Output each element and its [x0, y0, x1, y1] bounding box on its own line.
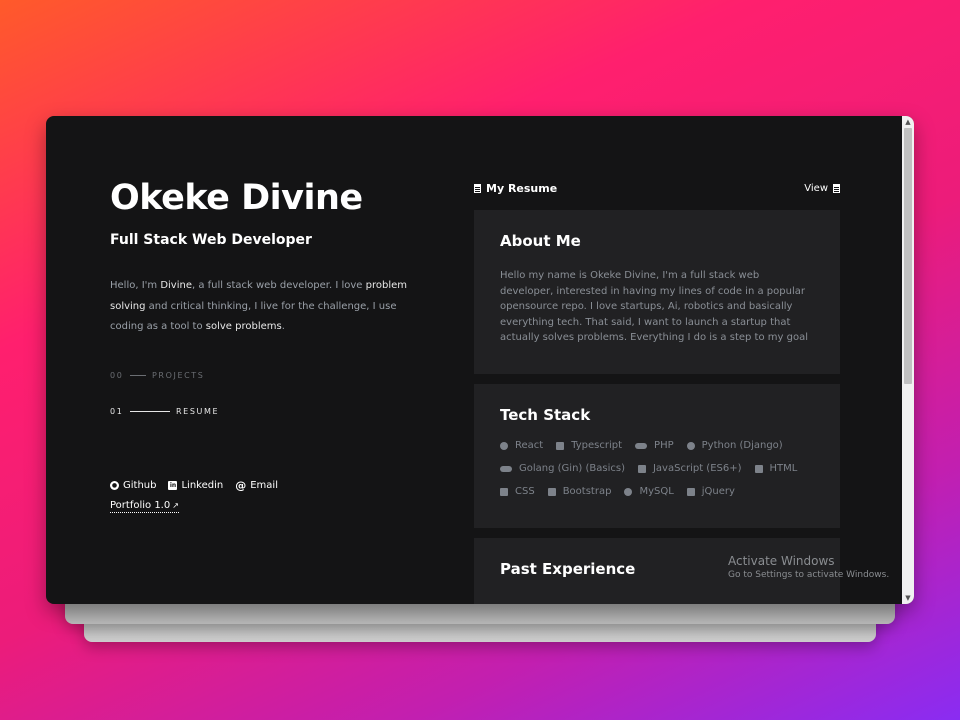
tech-label: HTML — [769, 463, 798, 474]
portfolio-label: Portfolio 1.0 — [110, 500, 171, 511]
nav-label: PROJECTS — [152, 371, 205, 380]
tech-item: Golang (Gin) (Basics) — [500, 460, 625, 477]
section-nav: 00 PROJECTS 01 RESUME — [110, 358, 420, 430]
tech-item: JavaScript (ES6+) — [637, 460, 742, 477]
tech-item: MySQL — [624, 483, 674, 500]
tech-item: HTML — [754, 460, 798, 477]
tech-item: React — [500, 437, 543, 454]
view-label: View — [804, 182, 828, 194]
github-link[interactable]: ● Github — [110, 479, 156, 492]
social-links: ● Github in Linkedin @ Email — [110, 479, 278, 492]
linkedin-link[interactable]: in Linkedin — [168, 479, 223, 492]
external-link-icon: ↗ — [172, 501, 179, 510]
nav-label: RESUME — [176, 407, 220, 416]
activate-windows-watermark: Activate Windows Go to Settings to activ… — [728, 554, 889, 582]
scroll-up-icon[interactable]: ▲ — [902, 116, 914, 128]
github-label: Github — [123, 480, 157, 491]
tech-item: CSS — [500, 483, 535, 500]
watermark-title: Activate Windows — [728, 554, 835, 568]
linkedin-label: Linkedin — [181, 480, 224, 491]
bootstrap-icon — [547, 487, 556, 496]
portfolio-link[interactable]: Portfolio 1.0 ↗ — [110, 500, 179, 513]
javascript-icon — [637, 464, 646, 473]
tech-stack-title: Tech Stack — [500, 406, 591, 424]
portfolio-window: Okeke Divine Full Stack Web Developer He… — [46, 116, 914, 604]
tech-label: PHP — [654, 440, 674, 451]
profile-role: Full Stack Web Developer — [110, 232, 312, 248]
react-icon — [500, 441, 508, 450]
view-resume-button[interactable]: View — [804, 183, 840, 194]
tech-item: Python (Django) — [686, 437, 783, 454]
intro-text: , a full stack web developer. I love — [192, 280, 366, 291]
email-label: Email — [250, 480, 278, 491]
resume-title: My Resume — [474, 182, 557, 195]
tech-label: React — [515, 440, 544, 451]
php-icon — [635, 442, 648, 449]
profile-intro: Hello, I'm Divine, a full stack web deve… — [110, 276, 410, 338]
nav-item-resume[interactable]: 01 RESUME — [110, 394, 420, 430]
about-title: About Me — [500, 232, 581, 250]
tech-label: JavaScript (ES6+) — [652, 463, 742, 474]
watermark-subtitle: Go to Settings to activate Windows. — [728, 570, 890, 580]
python-icon — [686, 441, 695, 450]
email-link[interactable]: @ Email — [235, 479, 278, 492]
at-icon: @ — [235, 479, 247, 492]
tech-item: Bootstrap — [547, 483, 612, 500]
nav-number: 01 — [110, 407, 124, 416]
intro-highlight-name: Divine — [160, 280, 192, 291]
html-icon — [754, 464, 763, 473]
scroll-down-icon[interactable]: ▼ — [902, 592, 914, 604]
resume-section: My Resume View About Me Hello my name is… — [474, 176, 840, 604]
about-card: About Me Hello my name is Okeke Divine, … — [474, 210, 840, 374]
profile-section: Okeke Divine Full Stack Web Developer He… — [110, 172, 420, 430]
tech-label: Python (Django) — [701, 440, 783, 451]
document-icon — [833, 183, 840, 193]
resume-header: My Resume View — [474, 176, 840, 200]
nav-item-projects[interactable]: 00 PROJECTS — [110, 358, 420, 394]
nav-number: 00 — [110, 371, 124, 380]
tech-label: CSS — [515, 486, 535, 497]
nav-line — [130, 375, 146, 376]
tech-item: PHP — [635, 437, 674, 454]
database-icon — [624, 487, 633, 496]
document-icon — [474, 183, 481, 193]
scrollbar[interactable]: ▲ ▼ — [902, 116, 914, 604]
tech-item: jQuery — [686, 483, 735, 500]
tech-label: Golang (Gin) (Basics) — [519, 463, 625, 474]
scroll-thumb[interactable] — [904, 128, 912, 384]
tech-label: Bootstrap — [562, 486, 612, 497]
intro-highlight-solve: solve problems — [205, 321, 282, 332]
nav-line — [130, 411, 170, 412]
intro-text: Hello, I'm — [110, 280, 161, 291]
tech-label: MySQL — [639, 486, 674, 497]
profile-name: Okeke Divine — [110, 178, 363, 218]
intro-text: . — [281, 321, 285, 332]
tech-stack-list: React Typescript PHP Python (Django) Gol… — [500, 437, 814, 500]
tech-label: Typescript — [571, 440, 623, 451]
github-icon: ● — [110, 481, 119, 490]
tech-label: jQuery — [701, 486, 735, 497]
jquery-icon — [686, 487, 695, 496]
about-text: Hello my name is Okeke Divine, I'm a ful… — [500, 270, 808, 343]
resume-title-text: My Resume — [486, 181, 558, 195]
file-icon — [556, 441, 565, 450]
tech-item: Typescript — [556, 437, 622, 454]
tech-stack-card: Tech Stack React Typescript PHP Python (… — [474, 384, 840, 528]
linkedin-icon: in — [168, 481, 178, 490]
golang-icon — [500, 465, 512, 472]
css-icon — [500, 487, 508, 496]
